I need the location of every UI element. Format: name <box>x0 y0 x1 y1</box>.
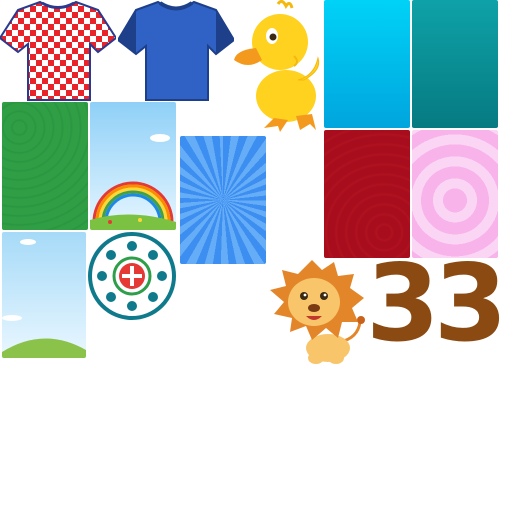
checkered-shirt-icon <box>0 0 116 102</box>
duck-icon <box>234 0 324 134</box>
blue-shirt-icon <box>118 0 234 102</box>
card-blue-sunburst <box>180 136 266 264</box>
mandala-medallion-icon <box>88 232 176 320</box>
card-teal <box>412 0 498 128</box>
lion-icon <box>266 258 366 366</box>
number-text: 33 <box>366 242 508 365</box>
card-red <box>324 130 410 258</box>
card-sky-hill <box>2 232 86 358</box>
card-pink-rings <box>412 130 498 258</box>
card-rainbow-sky <box>90 102 176 230</box>
card-cyan <box>324 0 410 128</box>
card-green <box>2 102 88 230</box>
